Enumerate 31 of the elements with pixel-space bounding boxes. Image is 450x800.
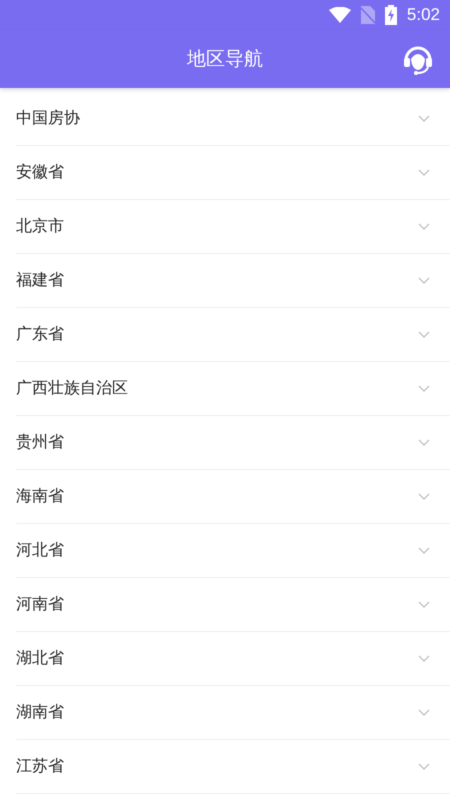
region-name: 海南省 xyxy=(16,486,64,507)
wifi-icon xyxy=(328,7,351,23)
region-row[interactable]: 贵州省 xyxy=(16,416,450,470)
region-name: 河南省 xyxy=(16,594,64,615)
no-sim-icon xyxy=(360,6,375,24)
region-row[interactable]: 江苏省 xyxy=(16,740,450,794)
region-row[interactable]: 北京市 xyxy=(16,200,450,254)
region-name: 河北省 xyxy=(16,540,64,561)
region-row[interactable]: 广西壮族自治区 xyxy=(16,362,450,416)
region-name: 贵州省 xyxy=(16,432,64,453)
status-time: 5:02 xyxy=(406,5,440,25)
region-row[interactable]: 湖南省 xyxy=(16,686,450,740)
region-name: 江苏省 xyxy=(16,756,64,777)
region-row[interactable]: 湖北省 xyxy=(16,632,450,686)
region-name: 湖北省 xyxy=(16,648,64,669)
region-name: 中国房协 xyxy=(16,108,80,129)
region-row[interactable]: 中国房协 xyxy=(16,92,450,146)
battery-charging-icon xyxy=(384,5,397,25)
region-row[interactable]: 河北省 xyxy=(16,524,450,578)
region-name: 湖南省 xyxy=(16,702,64,723)
region-name: 广东省 xyxy=(16,324,64,345)
region-name: 安徽省 xyxy=(16,162,64,183)
region-row[interactable]: 安徽省 xyxy=(16,146,450,200)
region-row[interactable]: 河南省 xyxy=(16,578,450,632)
region-row[interactable]: 广东省 xyxy=(16,308,450,362)
region-row[interactable]: 海南省 xyxy=(16,470,450,524)
region-row[interactable]: 福建省 xyxy=(16,254,450,308)
header-title: 地区导航 xyxy=(187,47,263,72)
region-name: 福建省 xyxy=(16,270,64,291)
region-name: 北京市 xyxy=(16,216,64,237)
region-name: 广西壮族自治区 xyxy=(16,378,128,399)
